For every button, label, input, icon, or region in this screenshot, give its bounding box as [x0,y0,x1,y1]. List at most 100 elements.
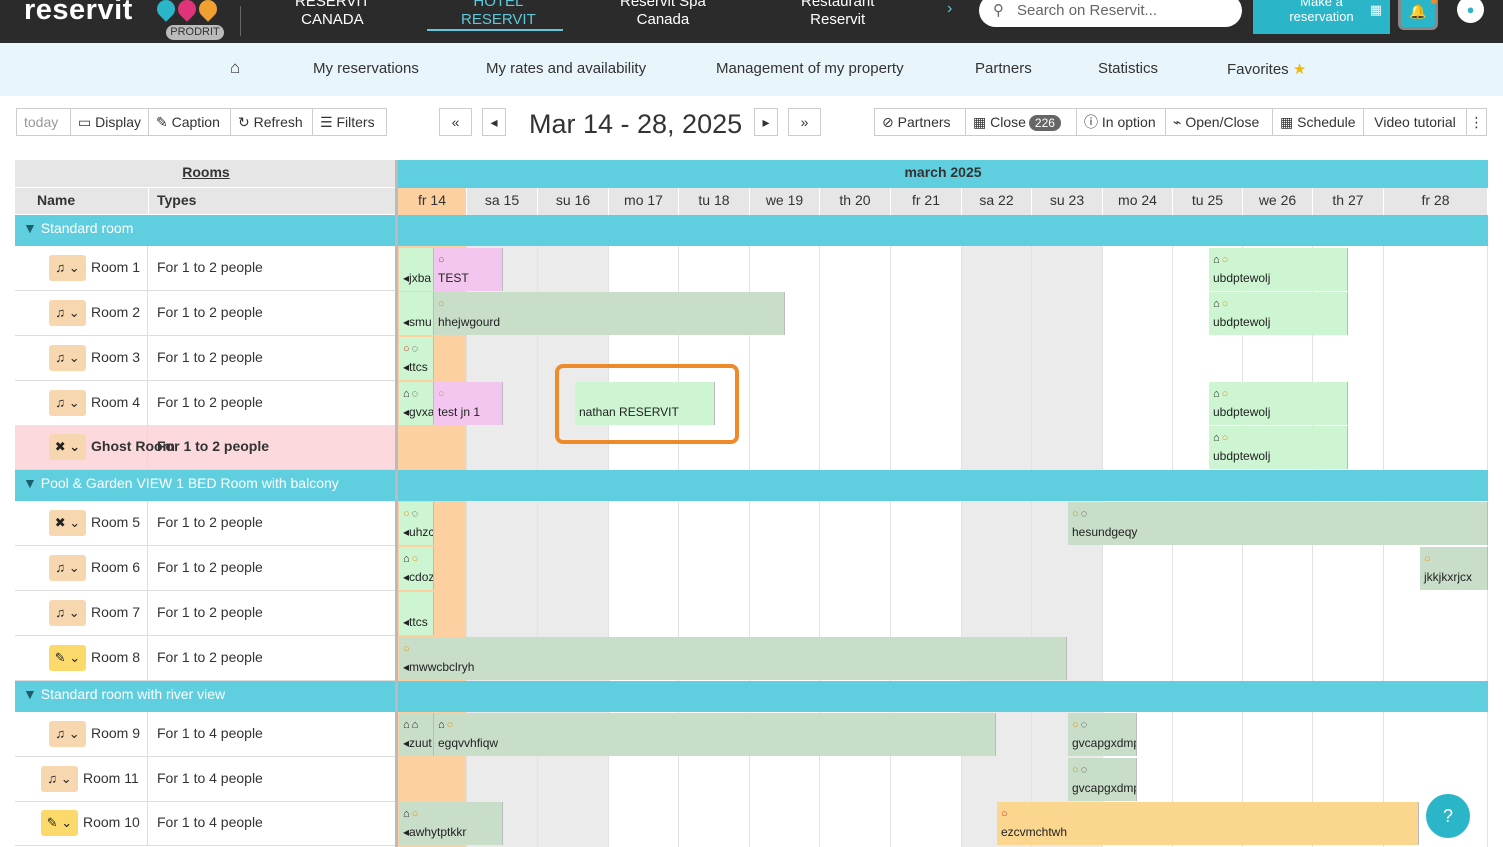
nav-partners[interactable]: Partners [975,60,1032,77]
broom-icon[interactable]: ✎ ⌄ [41,810,78,836]
reservation-bar[interactable]: ○ TEST [434,248,503,291]
day-header[interactable]: fr 28 [1384,188,1488,215]
broom-icon[interactable]: ✎ ⌄ [49,645,86,671]
tab-hotel-reservit[interactable]: HOTEL RESERVIT [461,0,536,29]
day-header[interactable]: sa 22 [962,188,1032,215]
calendar-icon: ▦ [1280,114,1294,130]
reservit-logo[interactable]: reservit [24,0,133,27]
reservation-bar[interactable]: ○◌ ◂ttcs [399,337,434,380]
search-input[interactable]: ⚲ Search on Reservit... [979,0,1242,27]
help-button[interactable]: ? [1426,794,1470,838]
reservation-bar[interactable]: ⌂◌ ◂gvxa [399,382,434,425]
column-divider[interactable] [395,160,398,847]
tools-icon[interactable]: ✖ ⌄ [49,510,86,536]
tools-icon[interactable]: ✖ ⌄ [49,434,86,460]
day-header[interactable]: mo 17 [609,188,679,215]
room-type: For 1 to 2 people [157,438,270,454]
open-close-button[interactable]: ⌁ Open/Close [1165,108,1273,136]
housekeeping-icon[interactable]: ♫ ⌄ [49,345,86,371]
filters-button[interactable]: ☰ Filters [312,108,387,136]
reservation-bar[interactable]: ◂ttcs [399,592,434,635]
reservation-bar[interactable]: ◂jxba [399,248,434,291]
day-header[interactable]: th 27 [1313,188,1384,215]
reservation-bar[interactable]: ○◌ gvcapgxdmp [1068,713,1137,756]
reservation-bar[interactable]: ○ test jn 1 [434,382,503,425]
housekeeping-icon[interactable]: ♫ ⌄ [49,300,86,326]
category-standard-room[interactable]: ▼ Standard room [15,215,1488,246]
refresh-button[interactable]: ↻ Refresh [230,108,313,136]
notifications-button[interactable]: 🔔 [1398,0,1438,30]
reservation-bar[interactable]: ○ jkkjkxrjcx [1420,547,1488,590]
day-header[interactable]: we 26 [1243,188,1313,215]
nav-my-reservations[interactable]: My reservations [313,60,419,77]
day-header[interactable]: sa 15 [467,188,538,215]
tab-reservit-spa[interactable]: Reservit Spa Canada [620,0,706,29]
nav-favorites[interactable]: Favorites ★ [1227,60,1306,78]
caption-button[interactable]: ✎ Caption [148,108,231,136]
housekeeping-icon[interactable]: ♫ ⌄ [49,600,86,626]
day-header[interactable]: th 20 [820,188,891,215]
option-circle-icon: ○ [1001,808,1010,820]
day-header[interactable]: mo 24 [1103,188,1173,215]
category-pool-garden[interactable]: ▼ Pool & Garden VIEW 1 BED Room with bal… [15,470,1488,501]
category-river-view[interactable]: ▼ Standard room with river view [15,681,1488,712]
today-button[interactable]: today [16,108,71,136]
room-row: ♫ ⌄ Room 6 For 1 to 2 people [15,546,395,591]
reservation-bar[interactable]: ⌂○ ubdptewolj [1209,248,1348,291]
reservation-bar[interactable]: ⌂○ ubdptewolj [1209,382,1348,425]
housekeeping-icon[interactable]: ♫ ⌄ [49,721,86,747]
user-avatar-icon[interactable]: ● [1457,0,1484,23]
room-row: ✎ ⌄ Room 8 For 1 to 2 people [15,636,395,681]
reservation-bar[interactable]: ⌂⌂ ◂zuut [399,713,434,756]
reservation-bar[interactable]: ⌂○ ubdptewolj [1209,426,1348,469]
day-header[interactable]: fr 14 [398,188,467,215]
room-name-cell: ♫ ⌄ Room 3 [15,336,148,380]
housekeeping-icon[interactable]: ♫ ⌄ [41,766,78,792]
day-header[interactable]: we 19 [750,188,820,215]
home-icon[interactable]: ⌂ [230,58,240,78]
video-tutorial-button[interactable]: Video tutorial [1363,108,1467,136]
day-header[interactable]: su 23 [1032,188,1103,215]
housekeeping-icon[interactable]: ♫ ⌄ [49,255,86,281]
reservation-bar[interactable]: ○◌ gvcapgxdmp [1068,758,1137,801]
nav-statistics[interactable]: Statistics [1098,60,1158,77]
display-button[interactable]: ▭ Display [70,108,149,136]
nav-rates-availability[interactable]: My rates and availability [486,60,646,77]
housekeeping-icon[interactable]: ♫ ⌄ [49,555,86,581]
fast-forward-button[interactable]: » [788,108,821,136]
partners-filter-button[interactable]: ⊘ Partners [874,108,966,136]
next-button[interactable]: ▸ [754,108,778,136]
display-icon: ▭ [78,114,92,130]
room-name-cell: ✎ ⌄ Room 10 [15,801,148,845]
reservation-bar[interactable]: ⌂○ ◂awhytptkkr [399,802,503,845]
schedule-button[interactable]: ▦ Schedule [1272,108,1364,136]
day-header[interactable]: su 16 [538,188,609,215]
close-button[interactable]: ▦ Close 226 [965,108,1077,136]
reservation-bar[interactable]: ⌂○ ubdptewolj [1209,292,1348,335]
make-reservation-button[interactable]: Make a reservation ▦ [1253,0,1390,34]
prev-button[interactable]: ◂ [482,108,506,136]
highlight-box [555,364,739,444]
types-column-header: Types [149,188,398,215]
reservation-bar[interactable]: ○◌ ◂uhzc [399,502,434,545]
tab-reservit-canada[interactable]: RESERVIT CANADA [295,0,370,29]
tab-restaurant-reservit[interactable]: Restaurant Reservit [801,0,874,29]
fast-back-button[interactable]: « [439,108,472,136]
chevron-right-icon[interactable]: › [947,0,952,18]
rooms-header[interactable]: Rooms [15,160,398,188]
nav-management-property[interactable]: Management of my property [716,60,904,77]
reservation-bar[interactable]: ○◌ hesundgeqy [1068,502,1488,545]
reservation-bar[interactable]: ○ ezcvmchtwh [997,802,1419,845]
reservation-bar[interactable]: ○ ◂mwwcbclryh [399,637,1067,680]
reservation-bar[interactable]: ○ hhejwgourd [434,292,785,335]
day-header[interactable]: tu 18 [679,188,750,215]
reservation-bar[interactable]: ⌂○ ◂cdoz [399,547,434,590]
housekeeping-icon[interactable]: ♫ ⌄ [49,390,86,416]
reservation-bar[interactable]: ◂smu [399,292,434,335]
option-circle-icon: ○ [438,254,447,266]
in-option-button[interactable]: ⓘ In option [1076,108,1166,136]
day-header[interactable]: tu 25 [1173,188,1243,215]
day-header[interactable]: fr 21 [891,188,962,215]
more-options-icon[interactable]: ⋮ [1466,108,1487,136]
reservation-bar[interactable]: ⌂○ egqvvhfiqw [434,713,996,756]
